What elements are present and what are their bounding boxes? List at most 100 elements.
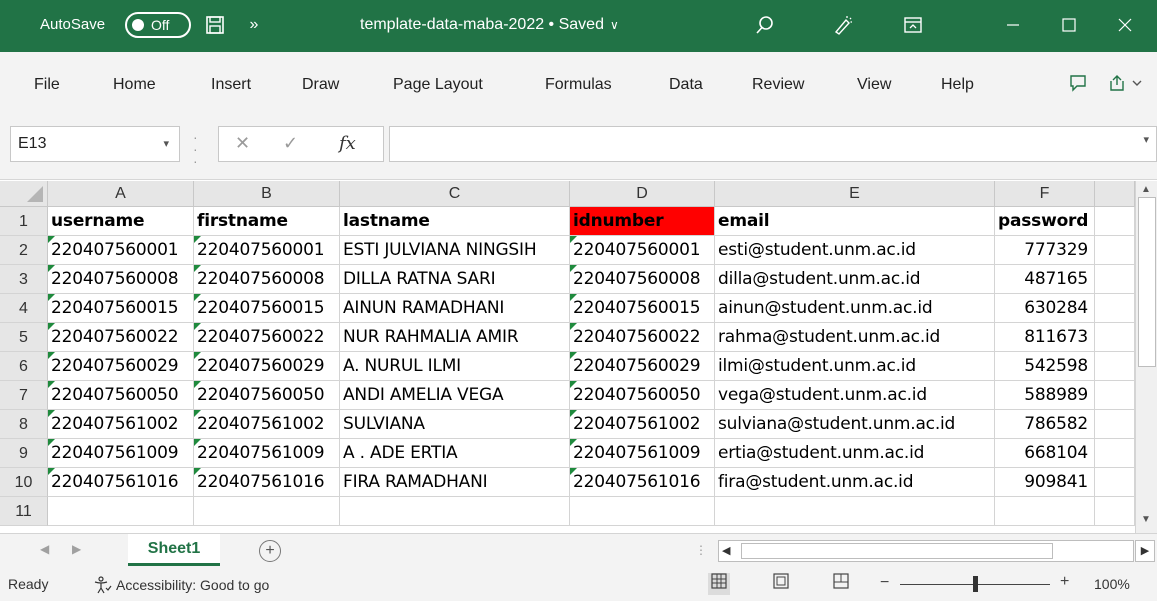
prev-sheet-icon[interactable]: ◀ bbox=[40, 542, 49, 556]
cell-b7[interactable]: 220407560050 bbox=[194, 381, 340, 410]
expand-formula-bar-icon[interactable]: ▾ bbox=[1143, 133, 1149, 146]
row-header-5[interactable]: 5 bbox=[0, 323, 48, 352]
cell-a7[interactable]: 220407560050 bbox=[48, 381, 194, 410]
select-all-button[interactable] bbox=[0, 181, 48, 207]
row-header-3[interactable]: 3 bbox=[0, 265, 48, 294]
scroll-up-icon[interactable]: ▲ bbox=[1141, 184, 1151, 195]
cell-e7[interactable]: vega@student.unm.ac.id bbox=[715, 381, 995, 410]
cell-d3[interactable]: 220407560008 bbox=[570, 265, 715, 294]
cell-g1[interactable] bbox=[1095, 207, 1135, 236]
row-header-1[interactable]: 1 bbox=[0, 207, 48, 236]
cell-f5[interactable]: 811673 bbox=[995, 323, 1095, 352]
row-header-2[interactable]: 2 bbox=[0, 236, 48, 265]
cell-c1[interactable]: lastname bbox=[340, 207, 570, 236]
close-icon[interactable] bbox=[1112, 12, 1138, 38]
zoom-slider-thumb[interactable] bbox=[973, 576, 978, 592]
formula-input[interactable] bbox=[389, 126, 1157, 162]
cell-g2[interactable] bbox=[1095, 236, 1135, 265]
cell-f1[interactable]: password bbox=[995, 207, 1095, 236]
document-title[interactable]: template-data-maba-2022 • Saved ∨ bbox=[360, 14, 619, 36]
cell-b6[interactable]: 220407560029 bbox=[194, 352, 340, 381]
cell-b10[interactable]: 220407561016 bbox=[194, 468, 340, 497]
tab-file[interactable]: File bbox=[34, 74, 60, 96]
row-header-10[interactable]: 10 bbox=[0, 468, 48, 497]
tab-splitter-icon[interactable]: ⋮ bbox=[695, 543, 707, 557]
save-icon[interactable] bbox=[202, 12, 228, 38]
hscroll-thumb[interactable] bbox=[741, 543, 1053, 559]
cell-c2[interactable]: ESTI JULVIANA NINGSIH bbox=[340, 236, 570, 265]
column-header-b[interactable]: B bbox=[194, 181, 340, 207]
tab-view[interactable]: View bbox=[857, 74, 891, 96]
accessibility-status[interactable]: Accessibility: Good to go bbox=[92, 576, 269, 594]
cell-e9[interactable]: ertia@student.unm.ac.id bbox=[715, 439, 995, 468]
zoom-level[interactable]: 100% bbox=[1094, 576, 1130, 592]
cell-g10[interactable] bbox=[1095, 468, 1135, 497]
chevron-down-icon[interactable]: ▾ bbox=[163, 127, 169, 161]
insert-function-icon[interactable]: fx bbox=[339, 133, 356, 154]
cell-g3[interactable] bbox=[1095, 265, 1135, 294]
add-sheet-button[interactable]: + bbox=[259, 540, 281, 562]
cell-b4[interactable]: 220407560015 bbox=[194, 294, 340, 323]
cell-b5[interactable]: 220407560022 bbox=[194, 323, 340, 352]
cell-a4[interactable]: 220407560015 bbox=[48, 294, 194, 323]
column-header-extra[interactable] bbox=[1095, 181, 1135, 207]
cell-b3[interactable]: 220407560008 bbox=[194, 265, 340, 294]
tab-home[interactable]: Home bbox=[113, 74, 156, 96]
name-box[interactable]: E13 ▾ bbox=[10, 126, 180, 162]
comments-icon[interactable] bbox=[1063, 70, 1093, 96]
tab-formulas[interactable]: Formulas bbox=[545, 74, 612, 96]
tab-data[interactable]: Data bbox=[669, 74, 703, 96]
cell-b1[interactable]: firstname bbox=[194, 207, 340, 236]
cell-a9[interactable]: 220407561009 bbox=[48, 439, 194, 468]
cell-c11[interactable] bbox=[340, 497, 570, 526]
cell-b2[interactable]: 220407560001 bbox=[194, 236, 340, 265]
cell-f9[interactable]: 668104 bbox=[995, 439, 1095, 468]
cell-d7[interactable]: 220407560050 bbox=[570, 381, 715, 410]
horizontal-scrollbar[interactable]: ◀ bbox=[718, 540, 1134, 562]
tab-review[interactable]: Review bbox=[752, 74, 804, 96]
column-header-a[interactable]: A bbox=[48, 181, 194, 207]
scroll-right-icon[interactable]: ▶ bbox=[1135, 540, 1155, 562]
row-header-9[interactable]: 9 bbox=[0, 439, 48, 468]
cell-e4[interactable]: ainun@student.unm.ac.id bbox=[715, 294, 995, 323]
cell-c10[interactable]: FIRA RAMADHANI bbox=[340, 468, 570, 497]
cell-e5[interactable]: rahma@student.unm.ac.id bbox=[715, 323, 995, 352]
cell-d4[interactable]: 220407560015 bbox=[570, 294, 715, 323]
cell-e2[interactable]: esti@student.unm.ac.id bbox=[715, 236, 995, 265]
tab-insert[interactable]: Insert bbox=[211, 74, 251, 96]
share-icon[interactable] bbox=[1106, 70, 1148, 96]
cell-a2[interactable]: 220407560001 bbox=[48, 236, 194, 265]
sheet-tab-sheet1[interactable]: Sheet1 bbox=[128, 534, 220, 566]
cell-c7[interactable]: ANDI AMELIA VEGA bbox=[340, 381, 570, 410]
ribbon-display-icon[interactable] bbox=[900, 12, 926, 38]
cell-g6[interactable] bbox=[1095, 352, 1135, 381]
designer-icon[interactable] bbox=[830, 12, 856, 38]
column-header-f[interactable]: F bbox=[995, 181, 1095, 207]
cell-c4[interactable]: AINUN RAMADHANI bbox=[340, 294, 570, 323]
column-header-e[interactable]: E bbox=[715, 181, 995, 207]
page-layout-view-icon[interactable] bbox=[770, 573, 792, 595]
cell-b9[interactable]: 220407561009 bbox=[194, 439, 340, 468]
row-header-8[interactable]: 8 bbox=[0, 410, 48, 439]
enter-icon[interactable]: ✓ bbox=[283, 133, 298, 154]
row-header-11[interactable]: 11 bbox=[0, 497, 48, 526]
cell-f8[interactable]: 786582 bbox=[995, 410, 1095, 439]
cell-a6[interactable]: 220407560029 bbox=[48, 352, 194, 381]
scroll-left-icon[interactable]: ◀ bbox=[722, 544, 730, 557]
more-commands-icon[interactable]: » bbox=[244, 12, 264, 38]
zoom-out-button[interactable]: − bbox=[880, 574, 889, 592]
cell-b11[interactable] bbox=[194, 497, 340, 526]
search-icon[interactable] bbox=[752, 12, 778, 38]
cell-c5[interactable]: NUR RAHMALIA AMIR bbox=[340, 323, 570, 352]
cell-a11[interactable] bbox=[48, 497, 194, 526]
cell-c9[interactable]: A . ADE ERTIA bbox=[340, 439, 570, 468]
row-header-4[interactable]: 4 bbox=[0, 294, 48, 323]
column-header-d[interactable]: D bbox=[570, 181, 715, 207]
cell-a8[interactable]: 220407561002 bbox=[48, 410, 194, 439]
cell-e10[interactable]: fira@student.unm.ac.id bbox=[715, 468, 995, 497]
cell-d1[interactable]: idnumber bbox=[570, 207, 715, 236]
maximize-icon[interactable] bbox=[1056, 12, 1082, 38]
cell-f10[interactable]: 909841 bbox=[995, 468, 1095, 497]
cell-f4[interactable]: 630284 bbox=[995, 294, 1095, 323]
tab-help[interactable]: Help bbox=[941, 74, 974, 96]
